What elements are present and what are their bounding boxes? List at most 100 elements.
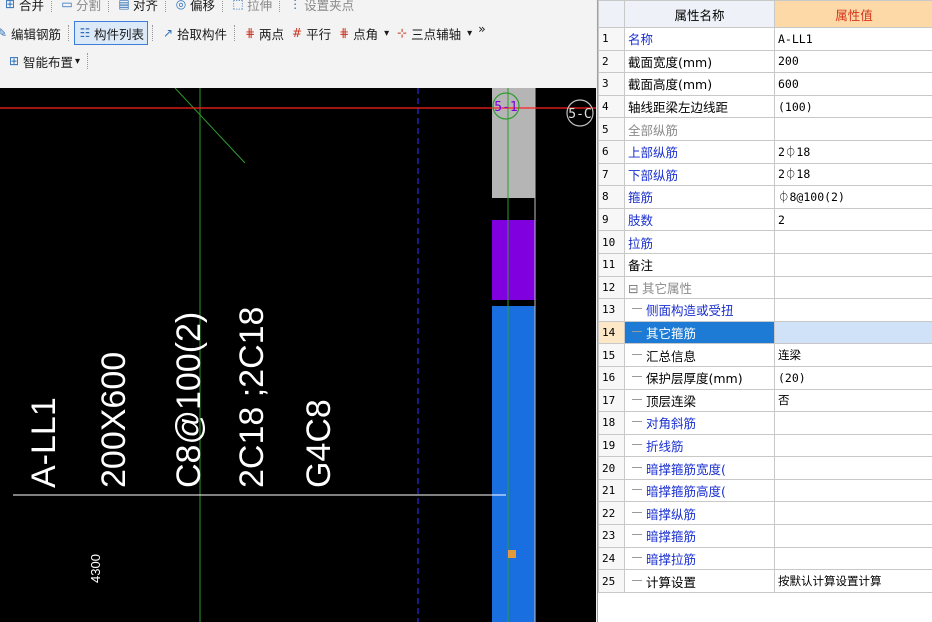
property-row[interactable]: 15 汇总信息 连梁: [598, 343, 932, 367]
property-row[interactable]: 7 下部纵筋 2⏀18: [598, 162, 932, 187]
property-value-cell[interactable]: [774, 478, 932, 503]
property-value-cell[interactable]: [774, 298, 932, 322]
toolbar-overflow-button[interactable]: »: [475, 17, 489, 39]
property-name-cell[interactable]: 侧面构造或受扭: [624, 298, 775, 322]
property-row[interactable]: 18 对角斜筋: [598, 411, 932, 435]
property-name-cell[interactable]: 其它箍筋: [624, 320, 775, 345]
property-row[interactable]: 20 暗撑箍筋宽度(: [598, 456, 932, 480]
property-value-cell[interactable]: [774, 501, 932, 526]
property-name-cell[interactable]: 肢数: [624, 207, 775, 232]
chevron-down-icon[interactable]: ▾: [75, 56, 80, 67]
toolbar-button-smart-layout[interactable]: ⊞ 智能布置 ▾: [4, 50, 83, 72]
property-value-cell[interactable]: 按默认计算设置计算: [774, 569, 932, 593]
property-name-cell[interactable]: 暗撑箍筋高度(: [624, 478, 775, 503]
chevron-down-icon[interactable]: ▾: [467, 28, 472, 39]
toolbar-button-two-point[interactable]: ⋕ 两点: [240, 22, 287, 44]
property-value-cell[interactable]: 2⏀18: [774, 139, 932, 164]
property-row[interactable]: 8 箍筋 ⏀8@100(2): [598, 185, 932, 209]
property-row[interactable]: 9 肢数 2: [598, 207, 932, 232]
property-name-cell[interactable]: 上部纵筋: [624, 139, 775, 164]
property-row[interactable]: 12 ⊟ 其它属性: [598, 275, 932, 300]
property-name-cell[interactable]: 暗撑拉筋: [624, 546, 775, 571]
property-name-cell[interactable]: 暗撑纵筋: [624, 501, 775, 526]
property-value-cell[interactable]: A-LL1: [774, 27, 932, 51]
property-value-cell[interactable]: [774, 433, 932, 458]
property-name-cell[interactable]: 汇总信息: [624, 343, 775, 367]
property-row[interactable]: 23 暗撑箍筋: [598, 524, 932, 548]
property-row[interactable]: 25 计算设置 按默认计算设置计算: [598, 569, 932, 593]
property-row[interactable]: 19 折线筋: [598, 433, 932, 458]
property-name-cell[interactable]: 截面高度(mm): [624, 72, 775, 96]
toolbar-button-stretch[interactable]: ⬚ 拉伸: [228, 0, 275, 15]
property-row[interactable]: 1 名称 A-LL1: [598, 27, 932, 51]
property-row[interactable]: 5 全部纵筋: [598, 117, 932, 141]
collapse-icon[interactable]: ⊟: [628, 281, 642, 296]
property-name-cell[interactable]: 轴线距梁左边线距: [624, 94, 775, 119]
property-row[interactable]: 21 暗撑箍筋高度(: [598, 478, 932, 503]
property-row[interactable]: 10 拉筋: [598, 230, 932, 254]
property-name-cell[interactable]: 全部纵筋: [624, 117, 775, 141]
toolbar-button-edit-rebar[interactable]: ✎ 编辑钢筋: [0, 22, 64, 44]
property-value-cell[interactable]: ⏀8@100(2): [774, 185, 932, 209]
property-row[interactable]: 11 备注: [598, 252, 932, 277]
property-value-cell[interactable]: 600: [774, 72, 932, 96]
toolbar-button-split[interactable]: ▭ 分割: [57, 0, 104, 15]
property-row[interactable]: 2 截面宽度(mm) 200: [598, 49, 932, 74]
toolbar-button-parallel[interactable]: # 平行: [287, 22, 334, 44]
chevron-down-icon[interactable]: ▾: [384, 28, 389, 39]
property-name-cell[interactable]: 名称: [624, 27, 775, 51]
property-value-cell[interactable]: [774, 252, 932, 277]
property-name-cell[interactable]: 箍筋: [624, 185, 775, 209]
property-value-cell[interactable]: [774, 456, 932, 480]
property-row[interactable]: 6 上部纵筋 2⏀18: [598, 139, 932, 164]
drawing-canvas[interactable]: 5-1 5-C A-LL1 200X600 C8@100(2) 2C18 ;2C18 G4C…: [0, 88, 596, 622]
toolbar-area: ⊞ 合并 ▭ 分割 ▤ 对齐 ◎ 偏移 ⬚ 拉伸 ⋮ 设置夹点 ✎ 编辑钢筋 ☷ 构件列表 ↗ 拾取构件 ⋕ 两点 #…: [0, 0, 596, 88]
toolbar-button-merge[interactable]: ⊞ 合并: [0, 0, 47, 15]
property-name-cell[interactable]: 暗撑箍筋宽度(: [624, 456, 775, 480]
property-row[interactable]: 14 其它箍筋: [598, 320, 932, 345]
cad-drawing[interactable]: 5-1 5-C A-LL1 200X600 C8@100(2) 2C18 ;2C18 G4C…: [0, 88, 596, 622]
toolbar-button-list[interactable]: ☷ 构件列表: [74, 21, 149, 45]
property-name-cell[interactable]: 对角斜筋: [624, 411, 775, 435]
axis-label-text: 5-C: [568, 107, 591, 122]
property-value-cell[interactable]: [774, 524, 932, 548]
property-name-cell[interactable]: 备注: [624, 252, 775, 277]
toolbar-button-point-angle[interactable]: ⋕ 点角 ▾: [334, 22, 392, 44]
toolbar-button-align[interactable]: ▤ 对齐: [114, 0, 161, 15]
property-row[interactable]: 16 保护层厚度(mm) (20): [598, 365, 932, 390]
pick-icon: ↗: [163, 26, 174, 40]
property-value-cell[interactable]: 连梁: [774, 343, 932, 367]
property-row[interactable]: 17 顶层连梁 否: [598, 388, 932, 413]
property-name-cell[interactable]: ⊟ 其它属性: [624, 275, 775, 300]
property-row[interactable]: 22 暗撑纵筋: [598, 501, 932, 526]
property-row[interactable]: 24 暗撑拉筋: [598, 546, 932, 571]
property-name-cell[interactable]: 折线筋: [624, 433, 775, 458]
property-value-cell[interactable]: (20): [774, 365, 932, 390]
property-row[interactable]: 3 截面高度(mm) 600: [598, 72, 932, 96]
property-value-cell[interactable]: [774, 546, 932, 571]
toolbar-button-pick[interactable]: ↗ 拾取构件: [158, 22, 230, 44]
property-name-cell[interactable]: 暗撑箍筋: [624, 524, 775, 548]
property-row[interactable]: 4 轴线距梁左边线距 (100): [598, 94, 932, 119]
property-name-cell[interactable]: 保护层厚度(mm): [624, 365, 775, 390]
property-name-cell[interactable]: 计算设置: [624, 569, 775, 593]
property-name-cell[interactable]: 顶层连梁: [624, 388, 775, 413]
property-name-cell[interactable]: 拉筋: [624, 230, 775, 254]
toolbar-row-draw: ✎ 编辑钢筋 ☷ 构件列表 ↗ 拾取构件 ⋕ 两点 # 平行 ⋕ 点角 ▾ ⊹ 三点辅轴 ▾»: [0, 20, 489, 46]
property-value-cell[interactable]: 2⏀18: [774, 162, 932, 187]
property-value-cell[interactable]: [774, 411, 932, 435]
property-value-cell[interactable]: [774, 275, 932, 300]
toolbar-button-three-point-axis[interactable]: ⊹ 三点辅轴 ▾: [392, 22, 475, 44]
property-value-cell[interactable]: 否: [774, 388, 932, 413]
property-value-cell[interactable]: [774, 117, 932, 141]
property-name-cell[interactable]: 下部纵筋: [624, 162, 775, 187]
property-value-cell[interactable]: 200: [774, 49, 932, 74]
property-value-cell[interactable]: [774, 230, 932, 254]
property-row[interactable]: 13 侧面构造或受扭: [598, 298, 932, 322]
property-value-cell[interactable]: [774, 320, 932, 345]
property-value-cell[interactable]: 2: [774, 207, 932, 232]
toolbar-button-grip[interactable]: ⋮ 设置夹点: [285, 0, 357, 15]
property-name-cell[interactable]: 截面宽度(mm): [624, 49, 775, 74]
toolbar-button-offset[interactable]: ◎ 偏移: [171, 0, 218, 15]
property-value-cell[interactable]: (100): [774, 94, 932, 119]
